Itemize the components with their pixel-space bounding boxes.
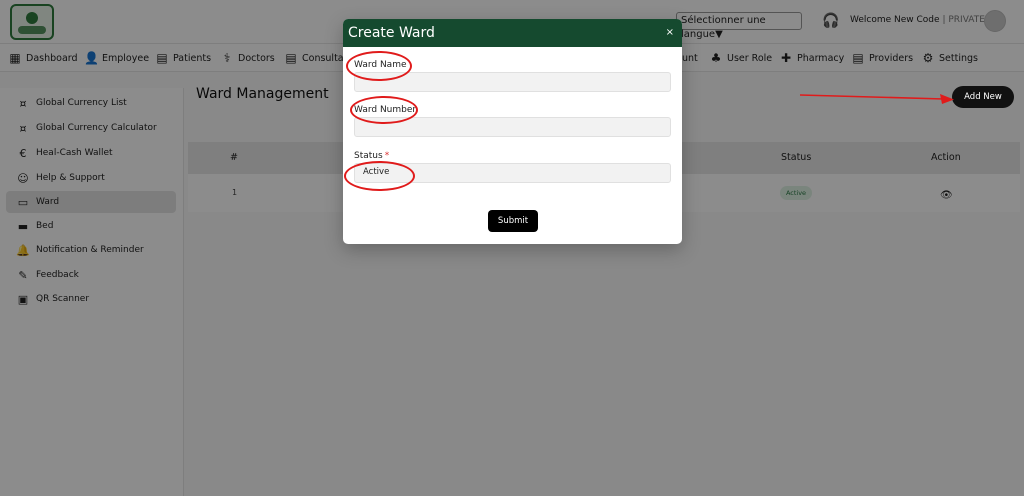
add-new-button[interactable]: Add New — [952, 86, 1014, 108]
submit-button[interactable]: Submit — [488, 210, 538, 232]
status-label: Status * — [354, 151, 389, 161]
annotation-circle-ward-name — [346, 51, 412, 81]
status-label-text: Status — [354, 151, 383, 161]
modal-title: Create Ward — [348, 25, 435, 41]
annotation-circle-ward-number — [350, 96, 418, 124]
annotation-arrow-icon — [800, 94, 954, 104]
annotation-circle-status — [344, 161, 415, 191]
create-ward-modal: Create Ward × Ward Name Ward Number Stat… — [343, 19, 682, 244]
close-icon[interactable]: × — [666, 26, 674, 40]
required-marker: * — [384, 151, 390, 161]
modal-header: Create Ward × — [343, 19, 682, 47]
